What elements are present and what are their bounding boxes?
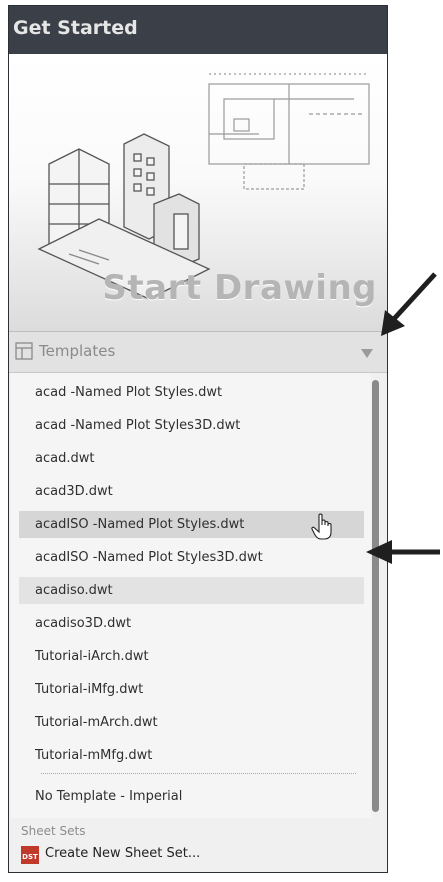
templates-label: Templates bbox=[39, 342, 116, 360]
list-separator bbox=[41, 773, 356, 774]
templates-dropdown[interactable]: Templates bbox=[9, 332, 387, 373]
sheet-sets-label: Sheet Sets bbox=[21, 824, 86, 838]
dst-icon-text: DST bbox=[22, 853, 38, 861]
create-new-sheet-set-link[interactable]: Create New Sheet Set... bbox=[45, 846, 200, 861]
hand-pointer-icon bbox=[311, 513, 332, 540]
get-started-panel: Get Started Start Drawing Templates acad… bbox=[8, 5, 388, 873]
templates-grid-icon bbox=[15, 342, 33, 360]
list-item-selected[interactable]: acadiso.dwt bbox=[19, 577, 364, 604]
list-item[interactable]: Tutorial-iMfg.dwt bbox=[19, 676, 364, 703]
list-item[interactable]: acad -Named Plot Styles.dwt bbox=[19, 379, 364, 406]
templates-list: acad -Named Plot Styles.dwt acad -Named … bbox=[11, 373, 371, 818]
black-arrow-icon bbox=[381, 272, 437, 336]
chevron-down-icon[interactable] bbox=[361, 349, 373, 358]
list-item[interactable]: acad -Named Plot Styles3D.dwt bbox=[19, 412, 364, 439]
list-item[interactable]: acadISO -Named Plot Styles3D.dwt bbox=[19, 544, 364, 571]
list-item[interactable]: acadiso3D.dwt bbox=[19, 610, 364, 637]
list-item[interactable]: Tutorial-iArch.dwt bbox=[19, 643, 364, 670]
list-item[interactable]: Tutorial-mArch.dwt bbox=[19, 709, 364, 736]
start-drawing-tile[interactable]: Start Drawing bbox=[9, 54, 387, 332]
list-item[interactable]: acad.dwt bbox=[19, 445, 364, 472]
dst-file-icon: DST bbox=[21, 846, 39, 864]
panel-header: Get Started bbox=[9, 6, 387, 54]
start-drawing-label: Start Drawing bbox=[102, 268, 377, 308]
scrollbar[interactable] bbox=[372, 380, 379, 812]
list-item[interactable]: Tutorial-mMfg.dwt bbox=[19, 742, 364, 769]
list-item[interactable]: acad3D.dwt bbox=[19, 478, 364, 505]
black-arrow-icon bbox=[366, 540, 440, 564]
list-item-no-template[interactable]: No Template - Imperial bbox=[19, 783, 364, 810]
floor-plan-icon bbox=[208, 73, 370, 190]
